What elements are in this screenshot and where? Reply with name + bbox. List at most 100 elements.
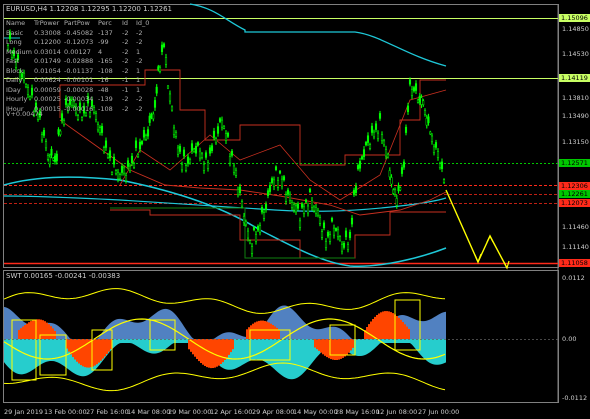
candle-body xyxy=(96,124,100,131)
table-cell: -2 xyxy=(136,104,143,113)
orange-bar xyxy=(108,339,110,352)
candle-body xyxy=(50,148,53,156)
candle-body xyxy=(262,212,266,219)
candle-body xyxy=(408,79,412,85)
table-cell: -0.00016 xyxy=(64,104,94,113)
candle-body xyxy=(368,144,372,149)
price-tag-green: 1.12571 xyxy=(559,159,590,167)
orange-bar xyxy=(406,326,408,339)
candle-body xyxy=(318,217,322,224)
candle-body xyxy=(174,132,178,137)
table-cell: 1 xyxy=(136,76,141,84)
candle-body xyxy=(212,130,216,138)
candle-body xyxy=(395,198,398,206)
candle-body xyxy=(372,131,376,138)
candle-body xyxy=(160,44,164,52)
candle-body xyxy=(393,189,397,195)
candle-body xyxy=(46,155,50,160)
table-cell: -108 xyxy=(98,66,113,75)
orange-bar xyxy=(84,339,86,368)
candle-body xyxy=(354,185,358,193)
table-header-cell: PartPow xyxy=(64,19,90,27)
candle-body xyxy=(358,161,362,169)
candle-body xyxy=(100,126,104,133)
table-cell: -0.01137 xyxy=(64,66,94,75)
candle-body xyxy=(246,230,250,239)
price-label: 1.13150 xyxy=(562,138,589,146)
osc-label-zero: 0.00 xyxy=(562,335,577,343)
red-step-lower xyxy=(110,209,446,259)
date-label: 12 Jun 08:00 xyxy=(376,408,418,416)
date-label: 27 Feb 16:00 xyxy=(86,408,129,416)
candle-body xyxy=(434,142,438,148)
orange-bar xyxy=(18,329,20,339)
candle-body xyxy=(48,156,51,165)
candle-body xyxy=(366,135,370,143)
candle-body xyxy=(260,207,264,213)
table-cell: -0.02888 xyxy=(64,57,94,65)
candle-body xyxy=(92,107,96,113)
price-label: 1.14530 xyxy=(562,50,589,58)
orange-bar xyxy=(32,320,34,339)
orange-bar xyxy=(80,339,82,366)
candle-body xyxy=(138,141,142,150)
table-header-cell: Id_0 xyxy=(136,19,150,27)
orange-bar xyxy=(334,339,336,360)
orange-bar xyxy=(386,311,388,339)
orange-bar xyxy=(22,326,24,339)
candle-body xyxy=(288,194,292,201)
orange-bar xyxy=(352,339,354,348)
orange-bar xyxy=(44,321,46,339)
candle-body xyxy=(188,159,192,164)
candle-body xyxy=(290,202,294,208)
candle-body xyxy=(120,166,124,173)
table-cell: 4 xyxy=(98,47,103,56)
price-tag-mid: 1.14119 xyxy=(559,74,590,82)
orange-bar xyxy=(206,339,208,368)
orange-bar xyxy=(274,326,276,339)
orange-bar xyxy=(204,339,206,366)
candle-body xyxy=(162,43,166,48)
candle-body xyxy=(192,148,196,152)
candle-body xyxy=(390,177,393,185)
orange-bar xyxy=(252,323,254,339)
orange-bar xyxy=(52,328,54,339)
orange-bar xyxy=(272,325,274,339)
arrow-head-3 xyxy=(503,260,510,270)
candle-body xyxy=(184,165,188,171)
candle-body xyxy=(52,157,55,161)
orange-bar xyxy=(94,339,96,366)
orange-bar xyxy=(20,328,22,339)
orange-bar xyxy=(400,319,402,339)
candle-body xyxy=(234,169,238,176)
table-cell: -2 xyxy=(122,66,129,75)
orange-bar xyxy=(378,313,380,339)
orange-bar xyxy=(316,339,318,350)
orange-bar xyxy=(326,339,328,358)
table-footer: V+0.00474 xyxy=(6,110,43,118)
orange-bar xyxy=(42,320,44,339)
orange-bar xyxy=(28,322,30,339)
table-cell: Block xyxy=(6,66,24,75)
orange-bar xyxy=(208,339,210,368)
orange-bar xyxy=(104,339,106,357)
orange-bar xyxy=(346,339,348,355)
orange-bar xyxy=(348,339,350,353)
candle-body xyxy=(214,138,218,144)
candle-body xyxy=(196,142,200,146)
candle-body xyxy=(388,170,391,178)
symbol-name: EURUSD,H4 xyxy=(6,5,48,13)
orange-bar xyxy=(78,339,80,364)
orange-bar xyxy=(314,339,316,348)
orange-bar xyxy=(100,339,102,361)
candle-body xyxy=(328,234,332,242)
candle-body xyxy=(104,140,108,148)
candle-body xyxy=(302,206,306,215)
candle-body xyxy=(53,155,57,162)
candle-body xyxy=(280,178,284,187)
table-cell: 0.01054 xyxy=(34,66,61,75)
table-cell: Basic xyxy=(6,28,24,37)
table-cell: Fast xyxy=(6,57,20,65)
candle-body xyxy=(106,154,110,158)
date-label: 14 Mar 08:00 xyxy=(127,408,171,416)
